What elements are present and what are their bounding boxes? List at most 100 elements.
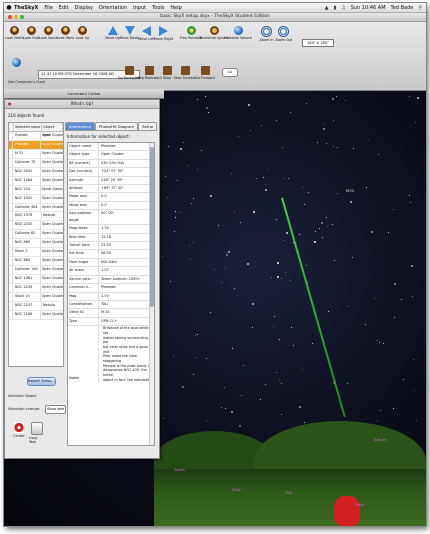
star[interactable] [230, 173, 232, 175]
list-item[interactable]: Pleiades Open Cluster [9, 140, 63, 150]
command-center-bar[interactable]: Command Center [4, 89, 164, 99]
star[interactable] [327, 311, 329, 313]
star[interactable] [284, 271, 286, 273]
star[interactable] [350, 200, 353, 203]
battery-icon[interactable]: ▮ [333, 5, 336, 11]
star[interactable] [224, 386, 226, 388]
star[interactable] [318, 227, 320, 229]
star[interactable] [173, 354, 175, 356]
star[interactable] [241, 394, 243, 396]
star[interactable] [306, 282, 308, 284]
star[interactable] [188, 244, 190, 246]
star[interactable] [367, 140, 369, 142]
list-item[interactable]: NGC 869 Open Cluster [9, 239, 63, 249]
star[interactable] [402, 378, 404, 380]
go-backward-button[interactable]: Go Backward [118, 66, 140, 80]
star[interactable] [293, 345, 295, 347]
star[interactable] [306, 102, 308, 104]
list-item[interactable]: NGC 1976 Nebula [9, 212, 63, 222]
star[interactable] [306, 265, 308, 267]
star[interactable] [333, 145, 335, 147]
col-type-header[interactable]: Object type [42, 123, 63, 137]
star[interactable] [366, 187, 368, 189]
star[interactable] [332, 120, 334, 122]
menubar-clock[interactable]: Sun 10:46 AM [351, 5, 386, 11]
wifi-icon[interactable]: ▲ [325, 5, 329, 11]
star[interactable] [247, 104, 250, 107]
star[interactable] [165, 175, 167, 177]
star[interactable] [176, 179, 178, 181]
star[interactable] [162, 255, 164, 257]
star[interactable] [189, 258, 191, 260]
star[interactable] [251, 327, 253, 329]
menu-app[interactable]: TheSkyX [14, 5, 38, 11]
star[interactable] [175, 211, 177, 213]
star[interactable] [336, 147, 338, 149]
star[interactable] [251, 303, 254, 306]
star[interactable] [348, 305, 350, 307]
star[interactable] [416, 96, 419, 99]
star[interactable] [262, 177, 264, 179]
menu-input[interactable]: Input [133, 5, 146, 11]
star[interactable] [412, 296, 414, 298]
step-backward-button[interactable]: Step Backward [136, 66, 162, 80]
star[interactable] [195, 335, 197, 337]
star[interactable] [232, 347, 234, 349]
step-forward-button[interactable]: Step Forward [174, 66, 196, 80]
star[interactable] [209, 311, 211, 313]
star[interactable] [214, 269, 216, 271]
list-item[interactable]: Collinder 464 Open Cluster [9, 203, 63, 213]
star[interactable] [387, 231, 389, 233]
star[interactable] [265, 184, 267, 186]
star[interactable] [280, 277, 282, 279]
star[interactable] [276, 119, 278, 121]
star[interactable] [303, 421, 305, 423]
fov-dropdown[interactable]: 180° x 180° [302, 39, 334, 47]
star[interactable] [345, 99, 347, 101]
star[interactable] [281, 414, 283, 416]
star[interactable] [169, 281, 171, 283]
star[interactable] [304, 204, 306, 206]
list-item[interactable]: Collinder 62 Open Cluster [9, 230, 63, 240]
star[interactable] [265, 188, 268, 191]
star[interactable] [392, 407, 394, 409]
star[interactable] [226, 254, 229, 257]
star[interactable] [352, 147, 354, 149]
star[interactable] [335, 95, 337, 97]
zoom-out-button[interactable]: Zoom Out [275, 26, 292, 42]
star[interactable] [301, 369, 303, 371]
star[interactable] [183, 142, 185, 144]
list-item[interactable]: NGC 2232 Open Cluster [9, 221, 63, 231]
star[interactable] [320, 221, 323, 224]
star[interactable] [299, 234, 301, 236]
terrestrial-sphere-button[interactable]: Terrestrial Sphere [199, 26, 229, 40]
star[interactable] [307, 192, 309, 194]
star[interactable] [168, 145, 170, 147]
star[interactable] [324, 123, 326, 125]
menu-display[interactable]: Display [74, 5, 92, 11]
star[interactable] [413, 389, 415, 391]
list-item[interactable]: NGC 884 Open Cluster [9, 257, 63, 267]
minimize-icon[interactable] [14, 15, 18, 19]
object-list[interactable]: Selected name Object type Hyades Open Clu… [8, 122, 64, 367]
star[interactable] [276, 219, 278, 221]
tab-photo-hr-diagram[interactable]: Photo/HR Diagram [94, 122, 139, 131]
look-east-button[interactable]: Look East [23, 26, 40, 40]
star[interactable] [376, 340, 378, 342]
star[interactable] [243, 364, 245, 366]
star[interactable] [265, 383, 267, 385]
move-left-button[interactable]: Move Left [138, 26, 155, 41]
star[interactable] [255, 177, 257, 179]
zoom-in-button[interactable]: Zoom In [258, 26, 275, 42]
star[interactable] [282, 177, 284, 179]
star[interactable] [178, 212, 180, 214]
star[interactable] [167, 197, 168, 199]
star[interactable] [325, 217, 327, 219]
star[interactable] [364, 323, 366, 325]
star[interactable] [373, 297, 375, 299]
info-scrollbar[interactable] [149, 143, 154, 445]
star[interactable] [326, 225, 328, 227]
star[interactable] [273, 326, 275, 328]
go-forward-button[interactable]: Go Forward [195, 66, 215, 80]
star[interactable] [377, 419, 379, 421]
